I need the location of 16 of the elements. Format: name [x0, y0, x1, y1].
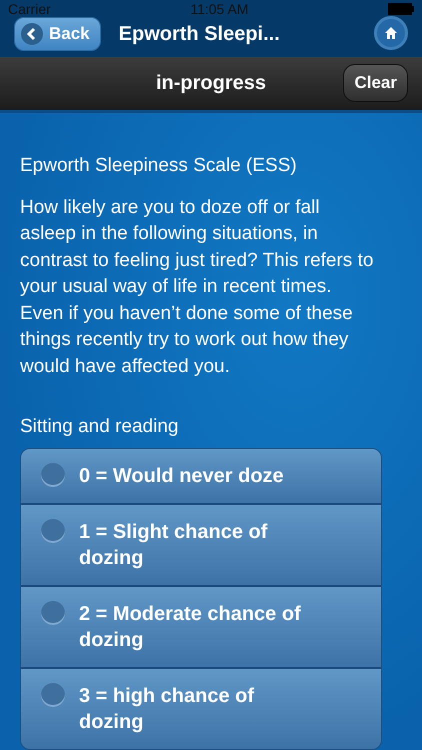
scale-title: Epworth Sleepiness Scale (ESS) [20, 154, 298, 176]
home-button[interactable] [374, 16, 408, 50]
instructions-text: How likely are you to doze off or fall asleep in the following situations, in contrast to feeling just tired? This refers to your usual way of life in recent times. Even if you haven’t done some of these things recently try to work out how they would have affected you. [20, 196, 374, 378]
back-button[interactable]: Back [14, 17, 101, 52]
home-icon [384, 26, 398, 40]
answer-option[interactable]: 1 = Slight chance of dozing [21, 503, 381, 585]
clock-label: 11:05 AM [190, 1, 248, 17]
clear-button[interactable]: Clear [343, 64, 408, 102]
question-label: Sitting and reading [20, 416, 180, 438]
toolbar-title: in-progress [156, 72, 266, 95]
carrier-label: Carrier [8, 1, 51, 17]
answer-option[interactable]: 0 = Would never doze [21, 449, 381, 503]
answer-option[interactable]: 2 = Moderate chance of dozing [21, 585, 381, 667]
answer-option[interactable]: 3 = high chance of dozing [21, 667, 381, 749]
battery-icon [388, 3, 414, 15]
screen-title: Epworth Sleepi... [118, 22, 281, 46]
